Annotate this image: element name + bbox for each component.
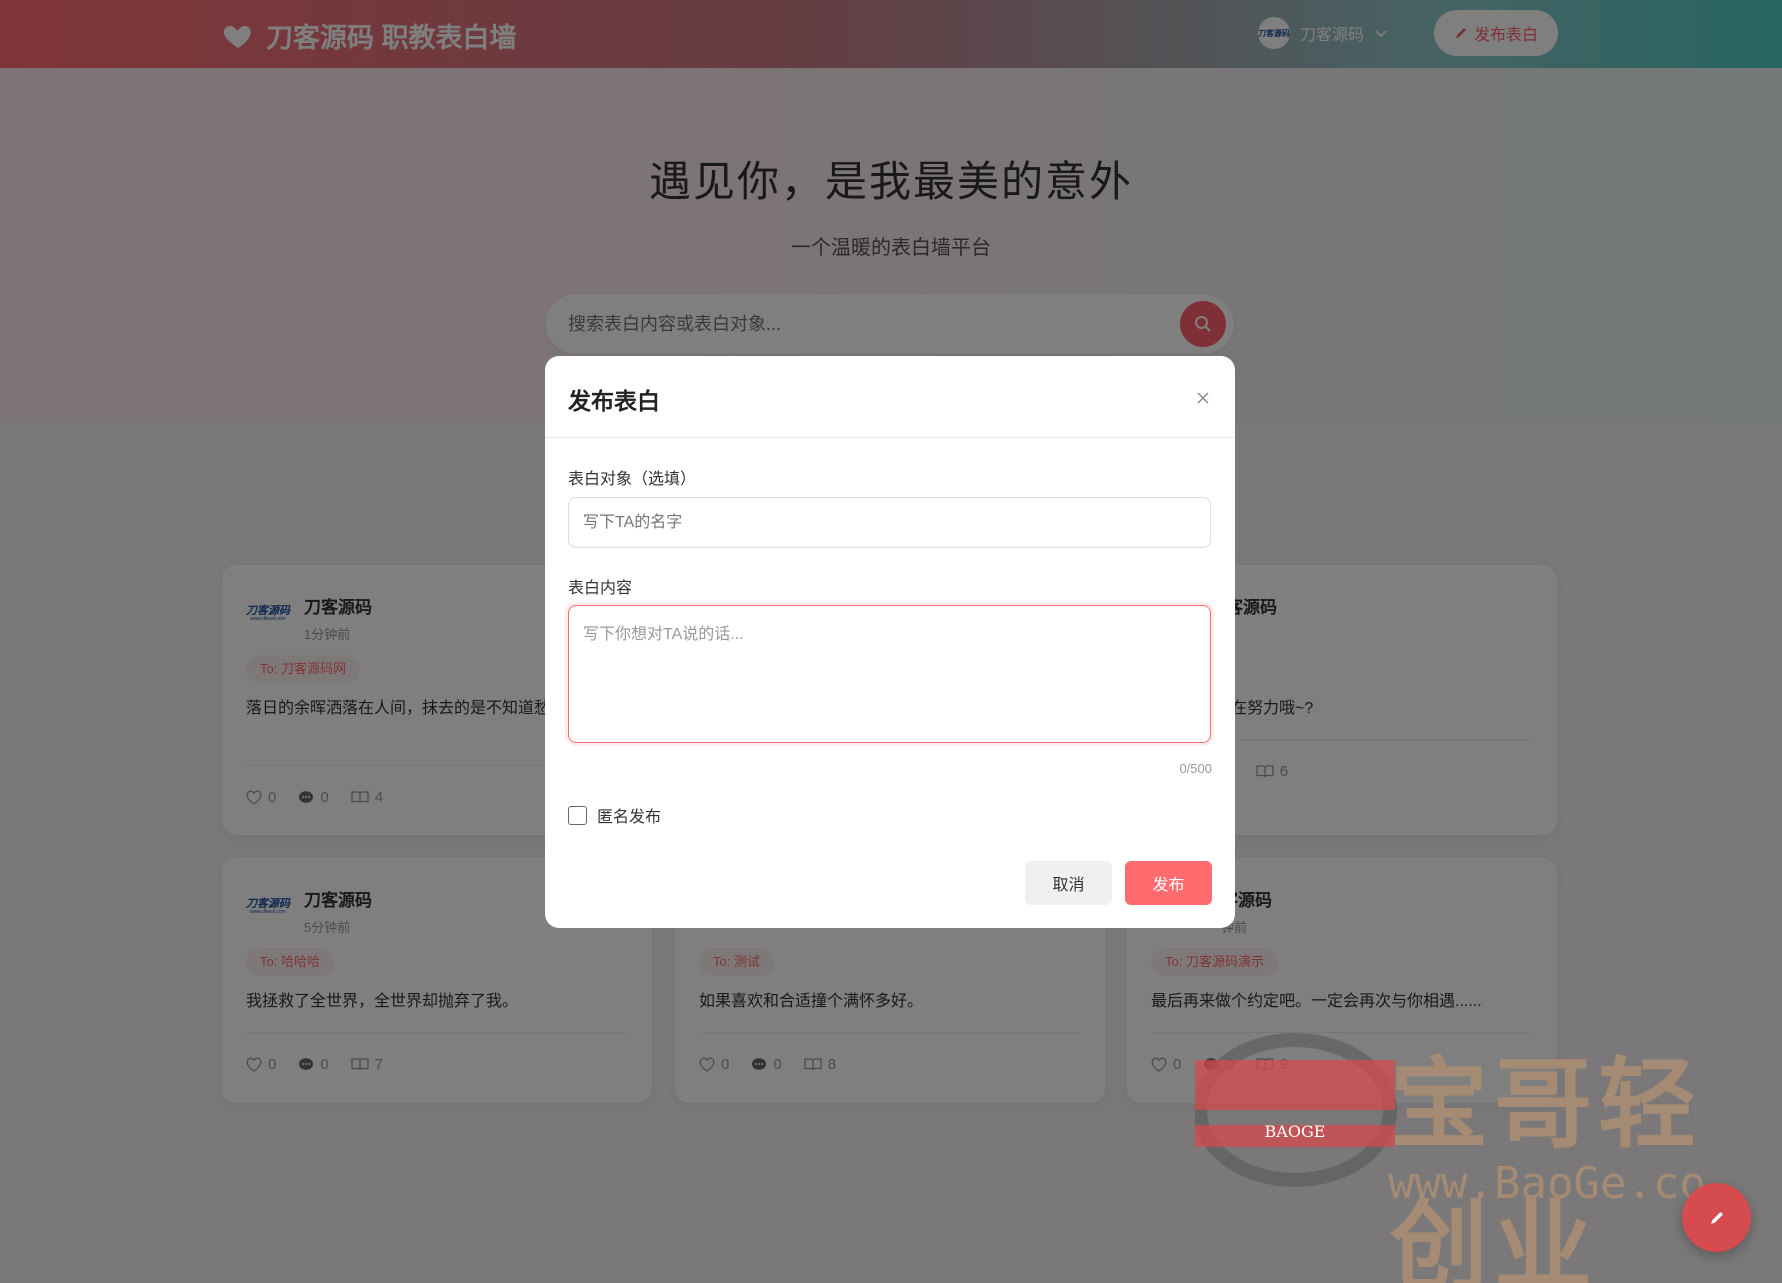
close-icon[interactable] — [1195, 390, 1211, 406]
content-label: 表白内容 — [568, 580, 633, 597]
anonymous-checkbox[interactable] — [568, 805, 587, 825]
svg-text:BAOGE: BAOGE — [1265, 1122, 1326, 1141]
char-counter: 0/500 — [1179, 761, 1212, 776]
anonymous-label: 匿名发布 — [597, 809, 662, 826]
submit-button-label: 发布 — [1152, 877, 1185, 894]
publish-modal: 发布表白 表白对象（选填） 表白内容 写下你想对TA说的话... 0/500 匿… — [545, 356, 1235, 928]
cancel-button-label: 取消 — [1052, 877, 1085, 894]
submit-button[interactable]: 发布 — [1125, 861, 1212, 905]
cancel-button[interactable]: 取消 — [1025, 861, 1112, 905]
content-textarea[interactable]: 写下你想对TA说的话... — [568, 605, 1211, 743]
floating-write-button[interactable] — [1682, 1183, 1751, 1252]
modal-title: 发布表白 — [568, 388, 660, 414]
divider — [545, 437, 1235, 438]
content-placeholder: 写下你想对TA说的话... — [583, 626, 744, 643]
target-label: 表白对象（选填） — [568, 471, 697, 488]
anonymous-option[interactable]: 匿名发布 — [568, 803, 661, 827]
target-input[interactable] — [568, 497, 1211, 548]
watermark-url: www.BaoGe.co — [1388, 1158, 1706, 1209]
pencil-icon — [1710, 1211, 1723, 1224]
